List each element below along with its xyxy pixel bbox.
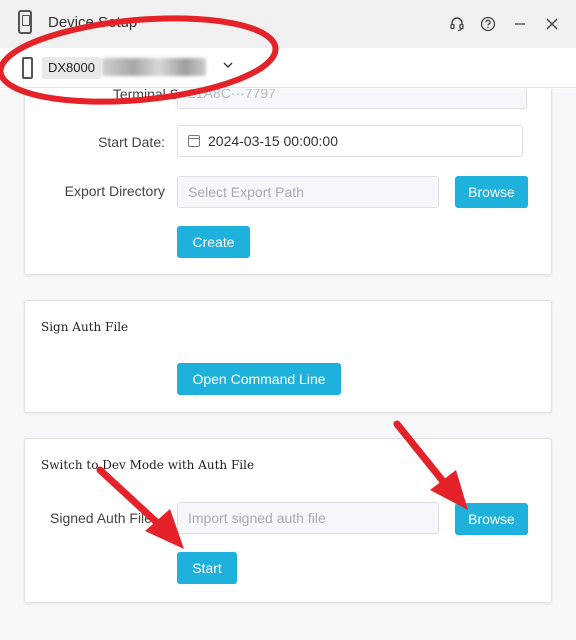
dev-mode-card: Switch to Dev Mode with Auth File Signed…: [24, 438, 552, 603]
help-icon[interactable]: [477, 13, 499, 35]
start-button[interactable]: Start: [177, 552, 237, 584]
sign-auth-card: Sign Auth File Open Command Line: [24, 300, 552, 413]
device-model-badge: DX8000: [42, 57, 101, 79]
export-path-input[interactable]: Select Export Path: [177, 176, 439, 208]
start-date-picker[interactable]: 2024-03-15 00:00:00: [177, 125, 523, 157]
start-date-value: 2024-03-15 00:00:00: [208, 133, 338, 149]
title-bar: Device Setup: [0, 0, 576, 48]
export-browse-button[interactable]: Browse: [455, 176, 528, 208]
export-card: Terminal SN: 21A8C···7797 Start Date: 20…: [24, 89, 552, 275]
open-command-line-button[interactable]: Open Command Line: [177, 363, 341, 395]
settings-scroll-area[interactable]: Terminal SN: 21A8C···7797 Start Date: 20…: [0, 89, 576, 640]
chevron-down-icon[interactable]: [222, 58, 234, 74]
signed-auth-file-label: Signed Auth File: [50, 510, 152, 526]
create-button[interactable]: Create: [177, 226, 250, 258]
minimize-icon[interactable]: [509, 13, 531, 35]
dev-mode-title: Switch to Dev Mode with Auth File: [41, 458, 255, 472]
terminal-device-icon: [22, 57, 33, 79]
terminal-sn-label: Terminal SN:: [112, 89, 193, 102]
calendar-icon: [188, 135, 200, 147]
export-directory-label: Export Directory: [64, 183, 165, 199]
redacted-serial-number: [102, 58, 206, 76]
terminal-sn-field: 21A8C···7797: [177, 89, 527, 109]
device-selector[interactable]: DX8000: [0, 48, 576, 88]
signed-auth-file-input[interactable]: Import signed auth file: [177, 502, 439, 534]
headset-support-icon[interactable]: [446, 13, 468, 35]
device-app-icon: [18, 10, 32, 34]
close-icon[interactable]: [541, 13, 563, 35]
sign-auth-title: Sign Auth File: [41, 320, 129, 334]
start-date-label: Start Date:: [98, 134, 165, 150]
auth-file-browse-button[interactable]: Browse: [455, 503, 528, 535]
window-title: Device Setup: [48, 14, 138, 31]
